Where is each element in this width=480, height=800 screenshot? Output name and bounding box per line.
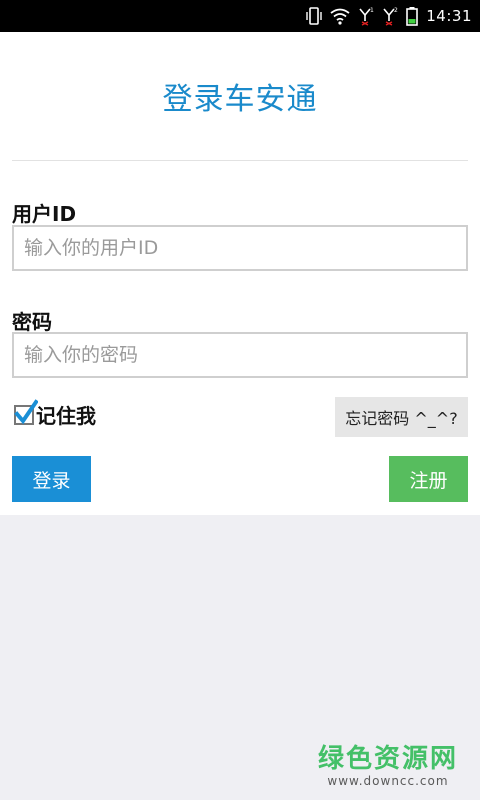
login-button[interactable]: 登录: [12, 456, 91, 502]
signal-1-label: 1: [370, 7, 374, 14]
title-divider: [12, 160, 468, 161]
password-label: 密码: [12, 310, 52, 334]
checkmark-icon: [14, 398, 39, 429]
remember-me-label: 记住我: [36, 404, 96, 428]
watermark-logo: 绿色资源网 www.downcc.com: [318, 744, 458, 788]
status-icons: 1 2 14:31: [306, 0, 472, 32]
register-button[interactable]: 注册: [389, 456, 468, 502]
forgot-password-button[interactable]: 忘记密码 ^_^?: [335, 397, 468, 437]
user-id-label: 用户ID: [12, 202, 77, 226]
vibrate-icon: [306, 6, 322, 26]
watermark-title: 绿色资源网: [317, 744, 458, 774]
checkbox-box[interactable]: [14, 398, 39, 425]
status-bar: 1 2 14:31: [0, 0, 480, 32]
remember-me-checkbox[interactable]: 记住我: [14, 398, 96, 429]
user-id-input[interactable]: [12, 225, 468, 271]
signal-2-icon: 2: [382, 6, 398, 26]
watermark-url: www.downcc.com: [327, 774, 449, 788]
login-panel: 登录车安通 用户ID 密码 记住我 忘记密码 ^_^? 登录 注册: [0, 32, 480, 515]
password-input[interactable]: [12, 332, 468, 378]
page-title: 登录车安通: [162, 82, 318, 117]
battery-icon: [406, 6, 419, 26]
wifi-icon: [330, 7, 350, 25]
status-time: 14:31: [426, 7, 472, 25]
signal-1-icon: 1: [358, 6, 374, 26]
signal-2-label: 2: [394, 7, 398, 14]
